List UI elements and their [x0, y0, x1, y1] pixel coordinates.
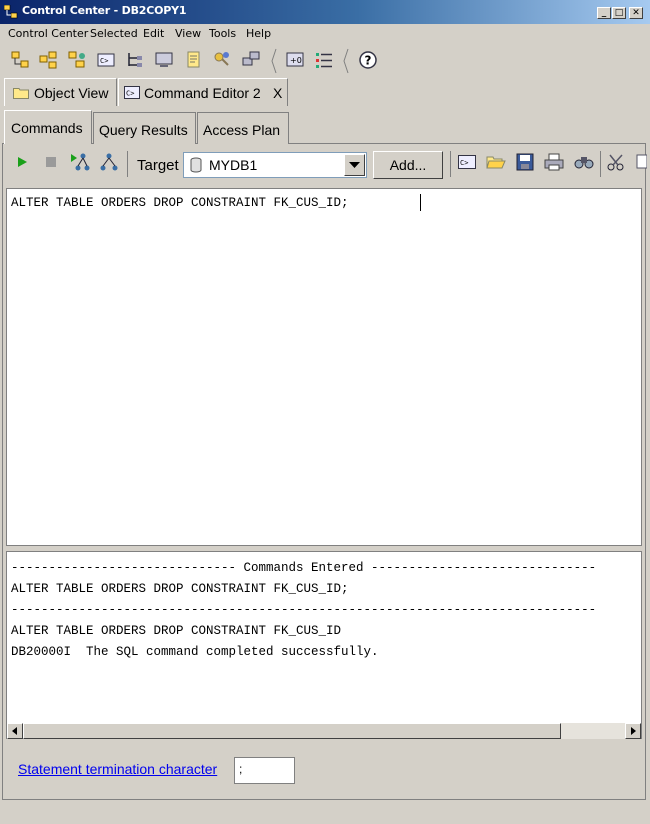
hierarchy-icon[interactable]	[125, 50, 145, 70]
tab-access-plan[interactable]: Access Plan	[197, 112, 289, 144]
tab-object-view-label: Object View	[34, 85, 109, 101]
results-line: ----------------------------------------…	[11, 603, 597, 617]
command-editor-icon[interactable]: C>	[96, 50, 116, 70]
target-dropdown[interactable]: MYDB1	[183, 152, 367, 178]
arrow-left-icon	[12, 727, 17, 735]
close-icon: ✕	[632, 8, 640, 18]
object-tree-icon[interactable]	[10, 50, 30, 70]
menu-control-center[interactable]: Control Center	[8, 27, 88, 40]
add-button[interactable]: Add...	[373, 151, 443, 179]
toolbar-divider	[600, 151, 601, 177]
outer-tab-bar: Object View C> Command Editor 2 X	[0, 78, 650, 108]
menu-selected[interactable]: Selected	[90, 27, 138, 40]
maximize-button[interactable]: □	[612, 7, 626, 19]
tree-group-icon[interactable]	[67, 50, 87, 70]
sql-editor[interactable]: ALTER TABLE ORDERS DROP CONSTRAINT FK_CU…	[6, 188, 642, 546]
svg-text:C>: C>	[100, 57, 108, 65]
run-icon[interactable]	[14, 154, 30, 170]
svg-text:+0: +0	[290, 56, 302, 65]
task-list-icon[interactable]	[314, 50, 334, 70]
dropdown-button[interactable]	[344, 154, 365, 176]
target-label: Target	[137, 157, 179, 174]
svg-text:C>: C>	[126, 90, 134, 98]
open-folder-icon[interactable]	[486, 153, 506, 171]
explain-icon[interactable]	[99, 152, 119, 172]
display-icon[interactable]	[154, 50, 174, 70]
scroll-thumb[interactable]	[23, 723, 561, 739]
menu-view[interactable]: View	[175, 27, 201, 40]
cut-icon[interactable]	[607, 153, 625, 171]
minimize-icon: _	[601, 8, 607, 18]
tab-access-plan-label: Access Plan	[203, 122, 281, 138]
toolbar-divider	[127, 151, 128, 177]
help-icon[interactable]: ?	[358, 50, 378, 70]
control-center-icon	[4, 5, 18, 19]
menu-help[interactable]: Help	[246, 27, 271, 40]
save-icon[interactable]	[516, 153, 534, 171]
close-tab-icon[interactable]: X	[273, 85, 282, 101]
tab-object-view[interactable]: Object View	[4, 78, 117, 106]
run-explain-icon[interactable]	[70, 152, 90, 172]
title-bar[interactable]: Control Center - DB2COPY1 _ □ ✕	[0, 0, 650, 24]
folder-icon	[13, 88, 29, 99]
network-icon[interactable]	[241, 50, 261, 70]
replicate-icon[interactable]	[38, 50, 58, 70]
results-pane[interactable]: ------------------------------ Commands …	[6, 551, 642, 739]
tab-commands[interactable]: Commands	[4, 110, 92, 144]
key-user-icon[interactable]	[212, 50, 232, 70]
command-editor-icon: C>	[124, 86, 140, 99]
results-line: ------------------------------ Commands …	[11, 561, 597, 575]
window-title: Control Center - DB2COPY1	[22, 4, 187, 17]
menu-tools[interactable]: Tools	[209, 27, 236, 40]
menu-edit[interactable]: Edit	[143, 27, 164, 40]
arrow-right-icon	[631, 727, 636, 735]
results-line: ALTER TABLE ORDERS DROP CONSTRAINT FK_CU…	[11, 582, 349, 596]
toolbar-divider	[450, 151, 451, 177]
text-cursor	[420, 194, 421, 211]
stop-icon[interactable]	[43, 154, 59, 170]
database-icon	[190, 157, 202, 173]
main-toolbar: C> +0 ?	[0, 44, 650, 75]
close-button[interactable]: ✕	[629, 7, 643, 19]
tab-commands-label: Commands	[11, 120, 83, 136]
tab-command-editor-label: Command Editor 2	[144, 85, 261, 101]
termination-character-input[interactable]: ;	[234, 757, 295, 784]
scroll-left-button[interactable]	[7, 723, 23, 739]
tab-query-results-label: Query Results	[99, 122, 188, 138]
scroll-right-button[interactable]	[625, 723, 641, 739]
notes-icon[interactable]	[183, 50, 203, 70]
toolbar-separator	[343, 48, 349, 74]
minimize-button[interactable]: _	[597, 7, 611, 19]
statement-termination-link[interactable]: Statement termination character	[18, 761, 217, 777]
maximize-icon: □	[614, 8, 624, 18]
menu-bar: Control Center Selected Edit View Tools …	[0, 24, 650, 43]
command-editor-icon[interactable]: C>	[458, 154, 476, 170]
target-value: MYDB1	[209, 157, 258, 173]
chevron-down-icon	[349, 162, 360, 168]
tab-query-results[interactable]: Query Results	[93, 112, 196, 144]
horizontal-scrollbar[interactable]	[7, 723, 641, 739]
svg-text:C>: C>	[460, 159, 468, 167]
screen-plus-icon[interactable]: +0	[285, 50, 305, 70]
tab-command-editor-2[interactable]: C> Command Editor 2 X	[118, 78, 288, 106]
copy-icon[interactable]	[635, 153, 647, 171]
print-icon[interactable]	[544, 153, 564, 171]
editor-text: ALTER TABLE ORDERS DROP CONSTRAINT FK_CU…	[11, 196, 349, 210]
toolbar-separator	[271, 48, 277, 74]
results-line: DB20000I The SQL command completed succe…	[11, 645, 379, 659]
svg-text:?: ?	[365, 54, 372, 68]
find-icon[interactable]	[574, 153, 594, 171]
results-line: ALTER TABLE ORDERS DROP CONSTRAINT FK_CU…	[11, 624, 342, 638]
